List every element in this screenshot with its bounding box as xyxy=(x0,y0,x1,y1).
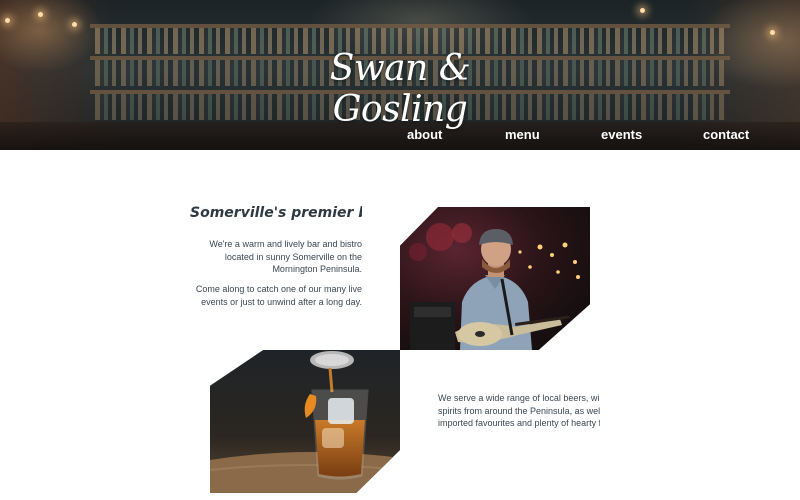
section-heading: Somerville's premier bar xyxy=(190,205,362,221)
fairy-light xyxy=(5,18,10,23)
fairy-light xyxy=(770,30,775,35)
intro-paragraph: We're a warm and lively bar and bistro l… xyxy=(209,239,362,274)
nav-link-events[interactable]: events xyxy=(601,127,642,142)
nav-link-about[interactable]: about xyxy=(407,127,442,142)
hero-header: Swan & Gosling about menu events contact xyxy=(0,0,800,150)
fairy-light xyxy=(72,22,77,27)
drinks-line: spirits from around the Peninsula, as we… xyxy=(438,405,600,416)
events-paragraph: Come along to catch one of our many live… xyxy=(195,284,362,307)
drinks-line: imported favourites and plenty of hearty… xyxy=(438,418,600,428)
guitarist-photo xyxy=(400,207,590,350)
cocktail-photo xyxy=(210,350,400,493)
fairy-light xyxy=(640,8,645,13)
brand-logo[interactable]: Swan & Gosling xyxy=(300,48,500,130)
drinks-paragraph: We serve a wide range of local beers, wi… xyxy=(438,392,600,430)
nav-link-menu[interactable]: menu xyxy=(505,127,540,142)
main-nav: about menu events contact xyxy=(0,127,800,145)
fairy-light xyxy=(38,12,43,17)
drinks-line: We serve a wide range of local beers, wi… xyxy=(438,393,600,403)
nav-link-contact[interactable]: contact xyxy=(703,127,749,142)
